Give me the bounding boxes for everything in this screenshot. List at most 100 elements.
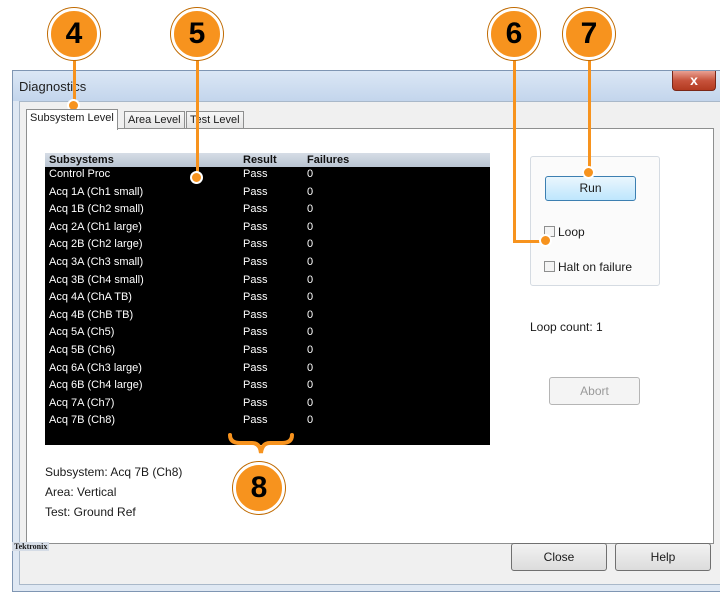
result-cell: Pass	[243, 343, 268, 356]
table-row[interactable]: Acq 6B (Ch4 large) Pass 0	[45, 378, 490, 396]
subsystem-name-cell: Control Proc	[49, 168, 111, 180]
table-row[interactable]: Acq 3A (Ch3 small) Pass 0	[45, 255, 490, 273]
column-header-failures[interactable]: Failures	[307, 153, 349, 167]
result-cell: Pass	[243, 203, 268, 216]
failures-cell: 0	[307, 326, 314, 339]
failures-cell: 0	[307, 308, 314, 321]
result-cell: Pass	[243, 220, 268, 233]
callout-8: 8	[233, 462, 285, 514]
result-cell: Pass	[243, 361, 268, 374]
callout-6: 6	[488, 8, 540, 60]
table-row[interactable]: Acq 7B (Ch8) Pass 0	[45, 413, 490, 431]
help-button[interactable]: Help	[615, 543, 711, 571]
tab-test-level[interactable]: Test Level	[186, 111, 244, 129]
subsystem-name-cell: Acq 5B (Ch6)	[49, 343, 116, 356]
subsystem-name-cell: Acq 7A (Ch7)	[49, 396, 115, 409]
subsystem-name-cell: Acq 3A (Ch3 small)	[49, 255, 144, 268]
subsystem-name-cell: Acq 1B (Ch2 small)	[49, 203, 144, 216]
run-button[interactable]: Run	[545, 176, 636, 201]
result-cell: Pass	[243, 238, 268, 251]
table-row[interactable]: Acq 2A (Ch1 large) Pass 0	[45, 220, 490, 238]
column-header-result[interactable]: Result	[243, 153, 277, 167]
list-rows: Control Proc Pass 0 Acq 1A (Ch1 small) Pass 0…	[45, 167, 490, 431]
abort-button[interactable]: Abort	[549, 377, 640, 405]
callout-5-leader	[196, 54, 199, 178]
run-options-group: Run Loop Halt on failure	[530, 156, 660, 286]
failures-cell: 0	[307, 361, 314, 374]
subsystem-name-cell: Acq 1A (Ch1 small)	[49, 185, 144, 198]
close-button[interactable]: Close	[511, 543, 607, 571]
halt-checkbox-box[interactable]	[544, 261, 555, 272]
table-row[interactable]: Acq 6A (Ch3 large) Pass 0	[45, 361, 490, 379]
callout-6-leader	[513, 54, 516, 242]
tab-area-level[interactable]: Area Level	[124, 111, 185, 129]
failures-cell: 0	[307, 379, 314, 392]
table-row[interactable]: Acq 3B (Ch4 small) Pass 0	[45, 273, 490, 291]
loop-count: Loop count: 1	[530, 320, 603, 334]
table-row[interactable]: Acq 4B (ChB TB) Pass 0	[45, 308, 490, 326]
callout-5-dot	[190, 171, 203, 184]
subsystem-name-cell: Acq 4A (ChA TB)	[49, 291, 132, 304]
subsystem-name-cell: Acq 2B (Ch2 large)	[49, 238, 143, 251]
failures-cell: 0	[307, 203, 314, 216]
tektronix-logo: Tektronix	[12, 542, 50, 551]
info-test: Test: Ground Ref	[45, 505, 136, 519]
callout-5: 5	[171, 8, 223, 60]
failures-cell: 0	[307, 168, 314, 180]
callout-4: 4	[48, 8, 100, 60]
subsystem-name-cell: Acq 2A (Ch1 large)	[49, 220, 142, 233]
window-title: Diagnostics	[19, 79, 87, 94]
info-subsystem: Subsystem: Acq 7B (Ch8)	[45, 465, 183, 479]
table-row[interactable]: Acq 1A (Ch1 small) Pass 0	[45, 185, 490, 203]
close-icon: x	[690, 72, 698, 88]
result-cell: Pass	[243, 168, 268, 180]
result-cell: Pass	[243, 273, 268, 286]
failures-cell: 0	[307, 255, 314, 268]
subsystems-list[interactable]: Subsystems Result Failures Control Proc P…	[45, 153, 490, 445]
failures-cell: 0	[307, 273, 314, 286]
info-area: Area: Vertical	[45, 485, 117, 499]
failures-cell: 0	[307, 291, 314, 304]
callout-8-brace	[228, 433, 294, 454]
callout-7-leader	[588, 54, 591, 171]
subsystem-name-cell: Acq 3B (Ch4 small)	[49, 273, 144, 286]
loop-checkbox-label: Loop	[558, 225, 585, 239]
failures-cell: 0	[307, 396, 314, 409]
result-cell: Pass	[243, 255, 268, 268]
table-row[interactable]: Acq 2B (Ch2 large) Pass 0	[45, 237, 490, 255]
result-cell: Pass	[243, 308, 268, 321]
result-cell: Pass	[243, 414, 268, 427]
table-row[interactable]: Acq 5B (Ch6) Pass 0	[45, 343, 490, 361]
result-cell: Pass	[243, 379, 268, 392]
failures-cell: 0	[307, 414, 314, 427]
failures-cell: 0	[307, 343, 314, 356]
result-cell: Pass	[243, 326, 268, 339]
list-header: Subsystems Result Failures	[45, 153, 490, 167]
diagnostics-window: Diagnostics x Subsystem Level Area Level…	[12, 70, 720, 592]
subsystem-name-cell: Acq 6B (Ch4 large)	[49, 379, 143, 392]
failures-cell: 0	[307, 220, 314, 233]
subsystem-name-cell: Acq 7B (Ch8)	[49, 414, 116, 427]
failures-cell: 0	[307, 185, 314, 198]
callout-7: 7	[563, 8, 615, 60]
table-row[interactable]: Acq 7A (Ch7) Pass 0	[45, 396, 490, 414]
subsystem-name-cell: Acq 4B (ChB TB)	[49, 308, 134, 321]
table-row[interactable]: Control Proc Pass 0	[45, 167, 490, 185]
callout-6-dot	[539, 234, 552, 247]
result-cell: Pass	[243, 396, 268, 409]
halt-checkbox-label: Halt on failure	[558, 260, 633, 274]
title-bar[interactable]: Diagnostics x	[13, 71, 720, 101]
close-window-button[interactable]: x	[672, 71, 716, 91]
table-row[interactable]: Acq 5A (Ch5) Pass 0	[45, 325, 490, 343]
tab-subsystem-level[interactable]: Subsystem Level	[26, 109, 118, 130]
table-row[interactable]: Acq 4A (ChA TB) Pass 0	[45, 290, 490, 308]
subsystem-name-cell: Acq 6A (Ch3 large)	[49, 361, 142, 374]
table-row[interactable]: Acq 1B (Ch2 small) Pass 0	[45, 202, 490, 220]
subsystem-name-cell: Acq 5A (Ch5)	[49, 326, 115, 339]
halt-on-failure-checkbox[interactable]: Halt on failure	[544, 260, 632, 274]
failures-cell: 0	[307, 238, 314, 251]
column-header-subsystems[interactable]: Subsystems	[49, 153, 114, 167]
result-cell: Pass	[243, 291, 268, 304]
result-cell: Pass	[243, 185, 268, 198]
callout-7-dot	[582, 166, 595, 179]
